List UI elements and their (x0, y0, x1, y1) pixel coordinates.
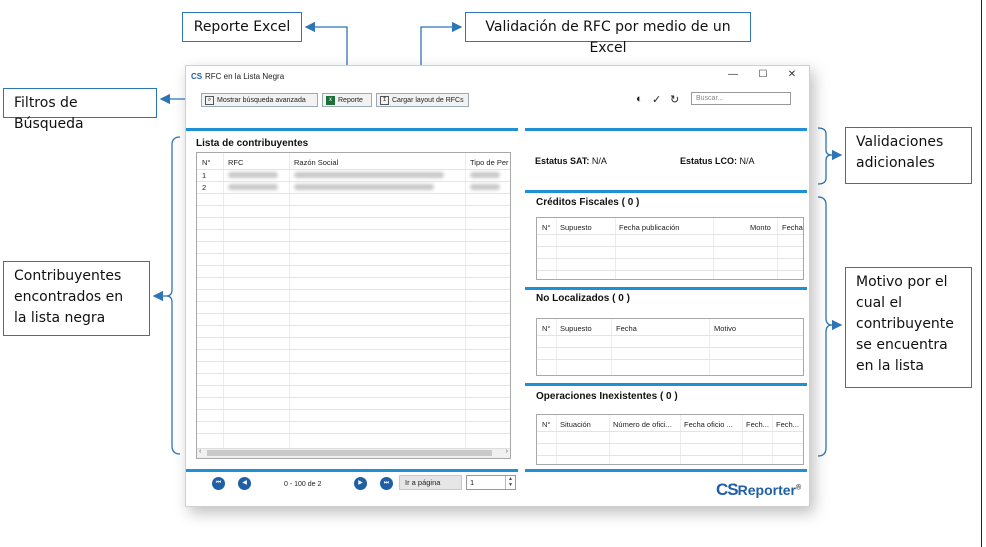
redacted-tipo (470, 184, 500, 190)
callout-reporte-excel: Reporte Excel (182, 12, 302, 42)
no-localizados-title: No Localizados ( 0 ) (536, 293, 630, 304)
col-fecha[interactable]: Fecha (616, 324, 637, 333)
redacted-rfc (228, 172, 278, 178)
scroll-thumb[interactable] (207, 450, 492, 456)
callout-filtros: Filtros de Búsqueda (3, 88, 157, 132)
contributors-grid-header: N° RFC Razón Social Tipo de Per (197, 153, 510, 169)
col-monto[interactable]: Monto (750, 223, 771, 232)
scroll-right-icon[interactable]: › (506, 448, 508, 455)
excel-icon: x (326, 95, 335, 105)
row-number: 2 (202, 183, 207, 192)
advanced-search-label: Mostrar búsqueda avanzada (217, 96, 306, 104)
contrast-icon[interactable]: ◐ (636, 93, 643, 105)
col-supuesto[interactable]: Supuesto (560, 324, 592, 333)
redacted-tipo (470, 172, 500, 178)
brand-logo: CSReporter® (716, 480, 802, 499)
report-button[interactable]: x Reporte (322, 93, 372, 107)
col-n[interactable]: N° (542, 420, 550, 429)
pager-range: 0 - 100 de 2 (284, 481, 322, 488)
page-stepper[interactable]: ▲ ▼ (505, 476, 515, 489)
sat-status: Estatus SAT: N/A (535, 156, 607, 166)
first-page-button[interactable]: ⏮ (212, 477, 225, 490)
close-button[interactable]: ✕ (785, 69, 799, 80)
load-layout-label: Cargar layout de RFCs (392, 96, 464, 104)
next-page-button[interactable]: ▶ (354, 477, 367, 490)
left-footer-accent (186, 469, 518, 472)
col-n[interactable]: N° (542, 223, 550, 232)
creditos-grid: N° Supuesto Fecha publicación Monto Fech… (536, 217, 804, 280)
col-fecha-a[interactable]: Fech... (746, 420, 769, 429)
horizontal-scrollbar[interactable]: ‹ › (197, 448, 510, 458)
operaciones-grid: N° Situación Número de ofici... Fecha of… (536, 414, 804, 465)
filter-icon: ⌕ (205, 95, 214, 105)
callout-validacion-rfc: Validación de RFC por medio de un Excel (465, 12, 751, 56)
callout-contribuyentes: Contribuyentes encontrados en la lista n… (3, 261, 150, 336)
col-tipo-persona[interactable]: Tipo de Per (470, 158, 509, 167)
check-icon[interactable]: ✓ (652, 93, 661, 106)
callout-validaciones: Validaciones adicionales (845, 127, 972, 184)
scroll-left-icon[interactable]: ‹ (199, 448, 201, 455)
maximize-button[interactable]: ☐ (756, 69, 770, 80)
window-title: RFC en la Lista Negra (205, 72, 285, 81)
row-number: 1 (202, 171, 207, 180)
redacted-razon-social (294, 184, 434, 190)
app-window: CS RFC en la Lista Negra — ☐ ✕ ⌕ Mostrar… (185, 65, 810, 507)
redacted-razon-social (294, 172, 444, 178)
contributors-title: Lista de contribuyentes (196, 138, 309, 149)
col-n[interactable]: N° (542, 324, 550, 333)
col-motivo[interactable]: Motivo (714, 324, 736, 333)
operaciones-title: Operaciones Inexistentes ( 0 ) (536, 391, 678, 402)
advanced-search-button[interactable]: ⌕ Mostrar búsqueda avanzada (201, 93, 318, 107)
report-label: Reporte (338, 96, 363, 104)
refresh-icon[interactable]: ↻ (670, 93, 679, 106)
creditos-panel: Créditos Fiscales ( 0 ) N° Supuesto Fech… (525, 190, 807, 284)
right-footer-accent (525, 469, 807, 472)
col-situacion[interactable]: Situación (560, 420, 591, 429)
col-fecha-b[interactable]: Fech... (776, 420, 799, 429)
callout-motivo: Motivo por el cual el contribuyente se e… (845, 267, 972, 388)
app-logo-icon: CS (191, 72, 203, 81)
col-numero-oficio[interactable]: Número de ofici... (613, 420, 672, 429)
status-panel: Estatus SAT: N/A Estatus LCO: N/A (525, 128, 807, 186)
search-input[interactable]: Buscar... (691, 92, 791, 105)
contributors-grid: N° RFC Razón Social Tipo de Per 1 2 ‹ › (196, 152, 511, 459)
col-n[interactable]: N° (202, 158, 210, 167)
page-number-input[interactable]: 1 ▲ ▼ (466, 475, 516, 490)
load-layout-button[interactable]: ↥ Cargar layout de RFCs (376, 93, 469, 107)
lco-status: Estatus LCO: N/A (680, 156, 755, 166)
prev-page-button[interactable]: ◀ (238, 477, 251, 490)
redacted-rfc (228, 184, 278, 190)
title-bar: CS RFC en la Lista Negra — ☐ ✕ (186, 66, 809, 86)
creditos-title: Créditos Fiscales ( 0 ) (536, 197, 640, 208)
contributors-panel: Lista de contribuyentes N° RFC Razón Soc… (186, 128, 518, 468)
last-page-button[interactable]: ⏭ (380, 477, 393, 490)
page-edge-line (981, 0, 982, 547)
no-localizados-panel: No Localizados ( 0 ) N° Supuesto Fecha M… (525, 287, 807, 381)
page-number-value: 1 (470, 478, 475, 487)
minimize-button[interactable]: — (726, 69, 740, 80)
col-supuesto[interactable]: Supuesto (560, 223, 592, 232)
operaciones-panel: Operaciones Inexistentes ( 0 ) N° Situac… (525, 383, 807, 468)
col-fecha[interactable]: Fecha (782, 223, 803, 232)
col-rfc[interactable]: RFC (228, 158, 243, 167)
col-razon-social[interactable]: Razón Social (294, 158, 338, 167)
upload-icon: ↥ (380, 95, 389, 105)
goto-page-label[interactable]: Ir a página (399, 475, 462, 490)
col-fecha-oficio[interactable]: Fecha oficio ... (684, 420, 733, 429)
no-localizados-grid: N° Supuesto Fecha Motivo (536, 318, 804, 376)
col-fecha-publicacion[interactable]: Fecha publicación (619, 223, 679, 232)
